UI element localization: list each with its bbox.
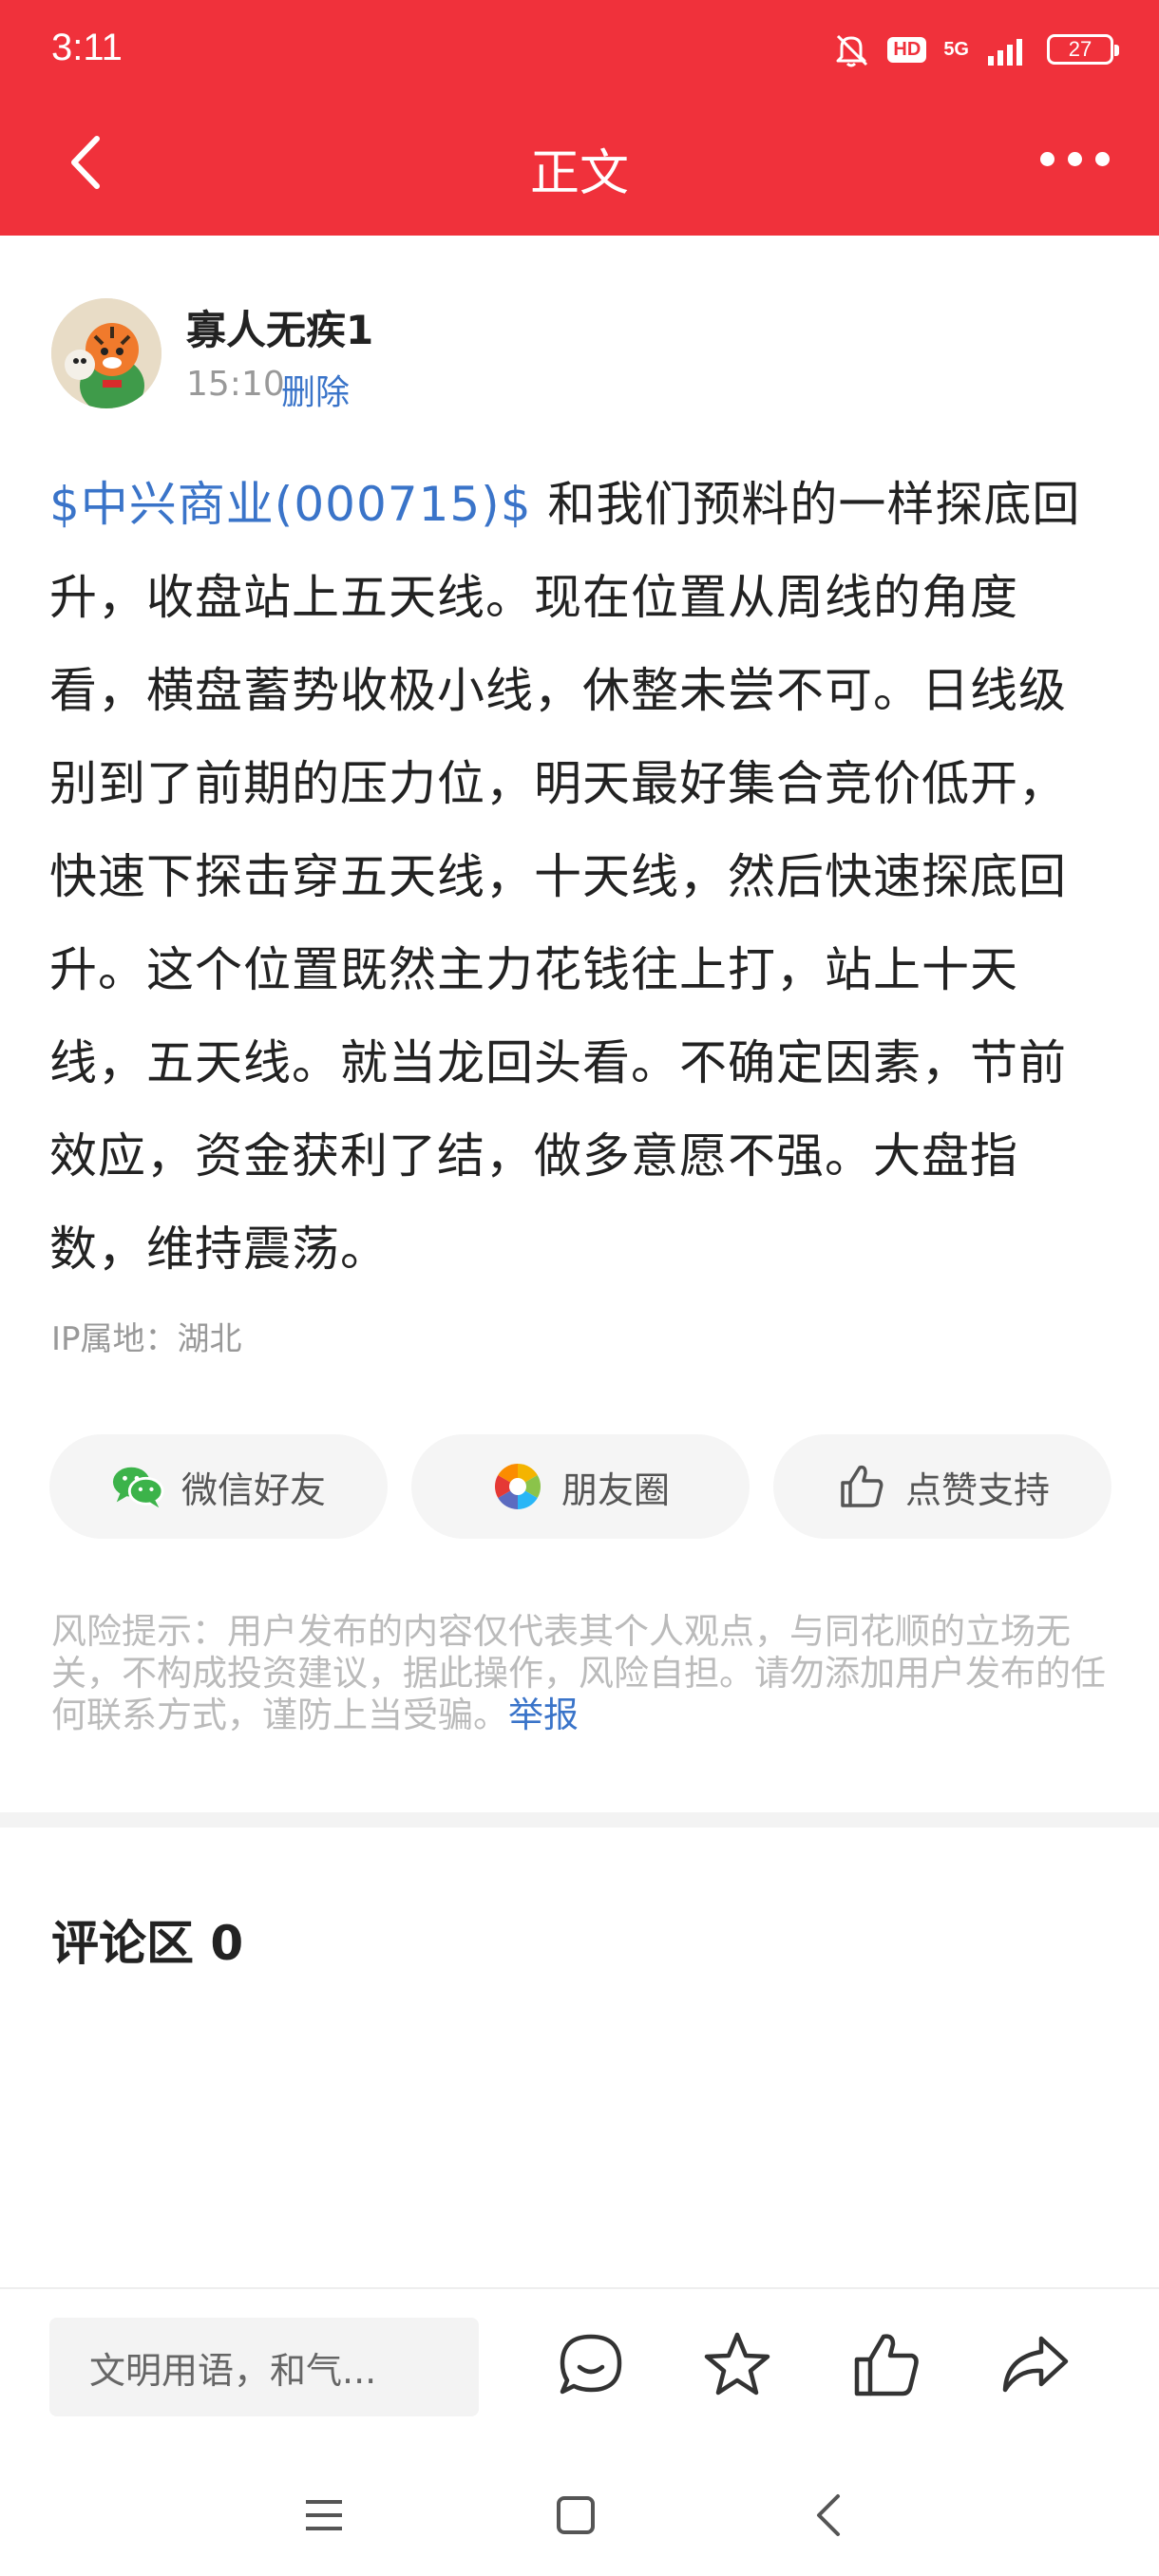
avatar[interactable] <box>51 298 162 408</box>
post-time: 15:10 <box>186 365 285 404</box>
share-wechat-button[interactable]: 微信好友 <box>49 1434 388 1539</box>
thumbs-up-icon <box>835 1460 888 1513</box>
wechat-icon <box>111 1460 164 1513</box>
bottom-action-bar: 文明用语，和气... <box>0 2287 1159 2454</box>
like-support-label: 点赞支持 <box>904 1468 1050 1511</box>
like-thumbs-up-icon[interactable] <box>851 2329 923 2401</box>
more-menu-icon[interactable] <box>1040 152 1110 166</box>
share-moments-button[interactable]: 朋友圈 <box>411 1434 750 1539</box>
author-name[interactable]: 寡人无疾1 <box>186 298 373 356</box>
network-type: 5G <box>943 39 969 60</box>
star-favorite-icon[interactable] <box>701 2329 773 2401</box>
more-dot <box>1040 152 1054 166</box>
hd-badge: HD <box>887 36 927 63</box>
share-forward-icon[interactable] <box>999 2329 1072 2401</box>
system-back-icon[interactable] <box>811 2492 846 2538</box>
disclaimer-text: 风险提示：用户发布的内容仅代表其个人观点，与同花顺的立场无关，不构成投资建议，据… <box>51 1611 1106 1735</box>
like-support-button[interactable]: 点赞支持 <box>773 1434 1112 1539</box>
comments-title: 评论区 0 <box>51 1916 244 1971</box>
share-moments-label: 朋友圈 <box>560 1468 670 1511</box>
battery-level: 27 <box>1068 37 1092 61</box>
header: 3:11 HD 5G 27 正文 <box>0 0 1159 236</box>
ip-location: IP属地：湖北 <box>51 1320 242 1358</box>
report-button[interactable]: 举报 <box>508 1695 579 1735</box>
more-dot <box>1095 152 1110 166</box>
status-time: 3:11 <box>51 27 123 68</box>
stock-tag-link[interactable]: $中兴商业(000715)$ <box>49 477 532 532</box>
tiger-avatar-icon <box>51 298 162 408</box>
signal-icon <box>988 39 1022 66</box>
comment-bubble-icon[interactable] <box>555 2329 627 2401</box>
share-wechat-label: 微信好友 <box>180 1468 326 1511</box>
comment-input[interactable]: 文明用语，和气... <box>49 2318 479 2416</box>
delete-button[interactable]: 删除 <box>281 365 350 414</box>
system-nav-bar <box>0 2454 1159 2576</box>
moments-aperture-icon <box>491 1460 544 1513</box>
home-square-icon[interactable] <box>555 2494 597 2536</box>
mute-bell-icon <box>836 34 868 67</box>
page-title: 正文 <box>529 145 629 202</box>
section-divider <box>0 1812 1159 1828</box>
post-body: $中兴商业(000715)$ 和我们预料的一样探底回升，收盘站上五天线。现在位置… <box>49 458 1113 1296</box>
post-text: 和我们预料的一样探底回升，收盘站上五天线。现在位置从周线的角度看，横盘蓄势收极小… <box>49 477 1081 1277</box>
battery-icon: 27 <box>1047 34 1119 65</box>
share-row: 微信好友 朋友圈 点赞支持 <box>49 1434 1112 1539</box>
more-dot <box>1068 152 1082 166</box>
risk-disclaimer: 风险提示：用户发布的内容仅代表其个人观点，与同花顺的立场无关，不构成投资建议，据… <box>51 1611 1113 1736</box>
status-icons: HD 5G 27 <box>832 28 1119 70</box>
menu-recents-icon[interactable] <box>302 2496 346 2534</box>
